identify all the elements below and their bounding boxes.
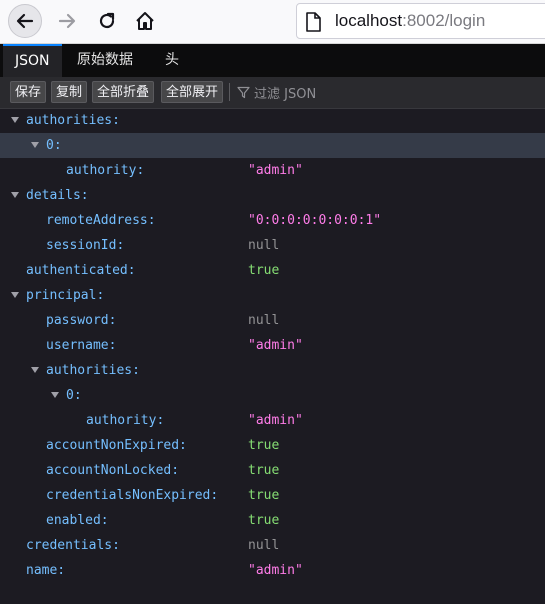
filter-placeholder: 过滤 JSON: [254, 86, 317, 102]
json-key: accountNonExpired:: [46, 438, 187, 453]
json-key: enabled:: [46, 513, 109, 528]
tab-json[interactable]: JSON: [3, 44, 62, 77]
json-value: "admin": [248, 413, 303, 428]
json-row[interactable]: accountNonExpired: true: [0, 433, 545, 458]
json-value: "0:0:0:0:0:0:0:1": [248, 213, 382, 228]
forward-button[interactable]: [50, 4, 84, 38]
expand-all-button[interactable]: 全部展开: [161, 81, 224, 103]
json-row[interactable]: authorities:: [0, 358, 545, 383]
url-text: localhost:8002/login: [335, 11, 485, 31]
tab-raw-data[interactable]: 原始数据: [65, 44, 145, 77]
json-value: true: [248, 263, 280, 278]
json-value: true: [248, 438, 280, 453]
viewer-toolbar: 保存 复制 全部折叠 全部展开 过滤 JSON: [0, 77, 545, 109]
address-bar[interactable]: localhost:8002/login: [296, 3, 545, 39]
json-row[interactable]: name: "admin": [0, 558, 545, 583]
reload-button[interactable]: [90, 4, 124, 38]
json-row[interactable]: sessionId: null: [0, 233, 545, 258]
json-row[interactable]: authenticated: true: [0, 258, 545, 283]
expand-triangle-icon[interactable]: [31, 367, 39, 373]
json-key: remoteAddress:: [46, 213, 156, 228]
json-key: authority:: [86, 413, 165, 428]
expand-triangle-icon[interactable]: [11, 292, 19, 298]
json-value: null: [248, 313, 280, 328]
json-value: true: [248, 463, 280, 478]
json-row[interactable]: authority: "admin": [0, 408, 545, 433]
json-row[interactable]: details:: [0, 183, 545, 208]
json-key: sessionId:: [46, 238, 125, 253]
url-path: :8002/login: [402, 11, 486, 30]
json-value: true: [248, 488, 280, 503]
json-row[interactable]: remoteAddress: "0:0:0:0:0:0:0:1": [0, 208, 545, 233]
json-key: authorities:: [26, 113, 120, 128]
json-row[interactable]: 0:: [0, 133, 545, 158]
json-key: accountNonLocked:: [46, 463, 180, 478]
json-row[interactable]: principal:: [0, 283, 545, 308]
save-button[interactable]: 保存: [10, 81, 47, 103]
filter-json-input[interactable]: 过滤 JSON: [237, 82, 316, 102]
copy-button[interactable]: 复制: [51, 81, 88, 103]
json-row[interactable]: password: null: [0, 308, 545, 333]
json-key: authenticated:: [26, 263, 136, 278]
json-key: authorities:: [46, 363, 140, 378]
home-icon: [136, 12, 154, 30]
json-key: 0:: [66, 388, 82, 403]
viewer-tabbar: JSON 原始数据 头: [0, 44, 545, 77]
url-host: localhost: [335, 11, 403, 30]
toolbar-divider: [229, 83, 230, 101]
json-row[interactable]: username: "admin": [0, 333, 545, 358]
json-key: credentials:: [26, 538, 120, 553]
forward-arrow-icon: [58, 13, 76, 29]
json-key: authority:: [66, 163, 145, 178]
back-button[interactable]: [8, 4, 42, 38]
json-row[interactable]: credentialsNonExpired: true: [0, 483, 545, 508]
json-value: null: [248, 238, 280, 253]
back-arrow-icon: [16, 13, 34, 29]
json-row[interactable]: authority: "admin": [0, 158, 545, 183]
expand-triangle-icon[interactable]: [11, 117, 19, 123]
json-row[interactable]: credentials: null: [0, 533, 545, 558]
expand-triangle-icon[interactable]: [51, 392, 59, 398]
json-value: null: [248, 538, 280, 553]
collapse-all-button[interactable]: 全部折叠: [92, 81, 155, 103]
expand-triangle-icon[interactable]: [11, 192, 19, 198]
json-key: credentialsNonExpired:: [46, 488, 219, 503]
home-button[interactable]: [128, 4, 162, 38]
json-row[interactable]: 0:: [0, 383, 545, 408]
tab-headers[interactable]: 头: [153, 44, 191, 77]
json-key: password:: [46, 313, 117, 328]
json-row[interactable]: accountNonLocked: true: [0, 458, 545, 483]
json-key: 0:: [46, 138, 62, 153]
page-icon: [306, 12, 321, 32]
json-row[interactable]: enabled: true: [0, 508, 545, 533]
expand-triangle-icon[interactable]: [31, 142, 39, 148]
json-key: username:: [46, 338, 117, 353]
json-key: principal:: [26, 288, 105, 303]
json-value: "admin": [248, 338, 303, 353]
filter-icon: [237, 86, 250, 98]
json-value: true: [248, 513, 280, 528]
reload-icon: [99, 12, 115, 29]
json-value: "admin": [248, 163, 303, 178]
browser-toolbar: localhost:8002/login: [0, 0, 545, 44]
json-key: name:: [26, 563, 66, 578]
json-row[interactable]: authorities:: [0, 108, 545, 133]
json-value: "admin": [248, 563, 303, 578]
json-key: details:: [26, 188, 89, 203]
